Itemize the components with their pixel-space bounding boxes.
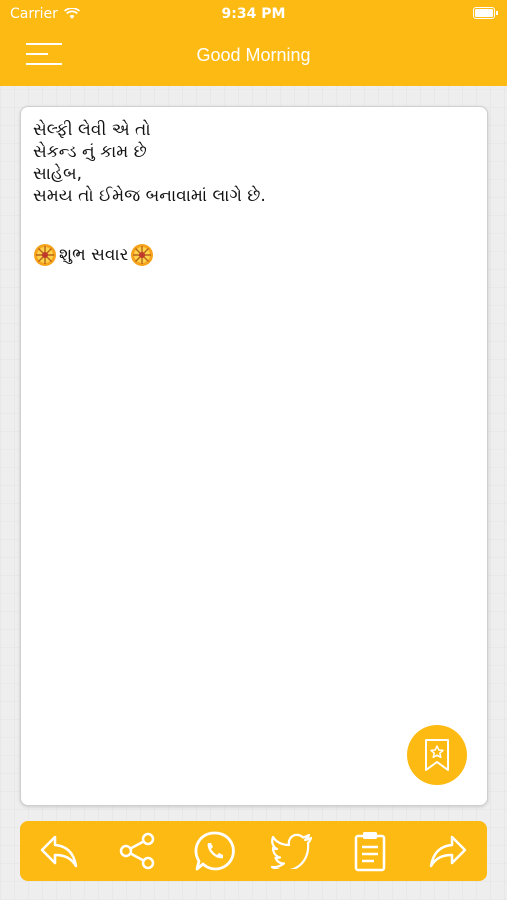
bookmark-star-icon (425, 739, 449, 771)
page-title: Good Morning (196, 45, 311, 65)
status-bar: Carrier 9:34 PM (0, 0, 507, 28)
twitter-button[interactable] (270, 829, 314, 873)
twitter-icon (271, 833, 313, 869)
share-icon (119, 832, 154, 870)
greeting-line: શુભ સવાર (33, 243, 154, 267)
reply-icon (40, 835, 78, 868)
status-time: 9:34 PM (221, 6, 286, 22)
flower-icon (34, 244, 56, 266)
copy-button[interactable] (348, 829, 392, 873)
quote-text: સેલ્ફી લેવી એ તો સેકન્ડ નું કામ છે સાહેબ… (33, 120, 266, 206)
favorite-button[interactable] (407, 725, 467, 785)
greeting-text: શુભ સવાર (59, 245, 129, 265)
forward-button[interactable] (426, 829, 470, 873)
action-bar (20, 821, 487, 881)
top-bar: Carrier 9:34 PM Good Morning (0, 0, 507, 86)
share-button[interactable] (115, 829, 159, 873)
battery-icon (473, 7, 498, 19)
whatsapp-button[interactable] (193, 829, 237, 873)
forward-icon (429, 835, 467, 868)
clipboard-icon (354, 832, 386, 872)
whatsapp-icon (194, 831, 235, 871)
quote-card: સેલ્ફી લેવી એ તો સેકન્ડ નું કામ છે સાહેબ… (20, 106, 488, 806)
flower-icon (131, 244, 154, 266)
reply-button[interactable] (37, 829, 81, 873)
